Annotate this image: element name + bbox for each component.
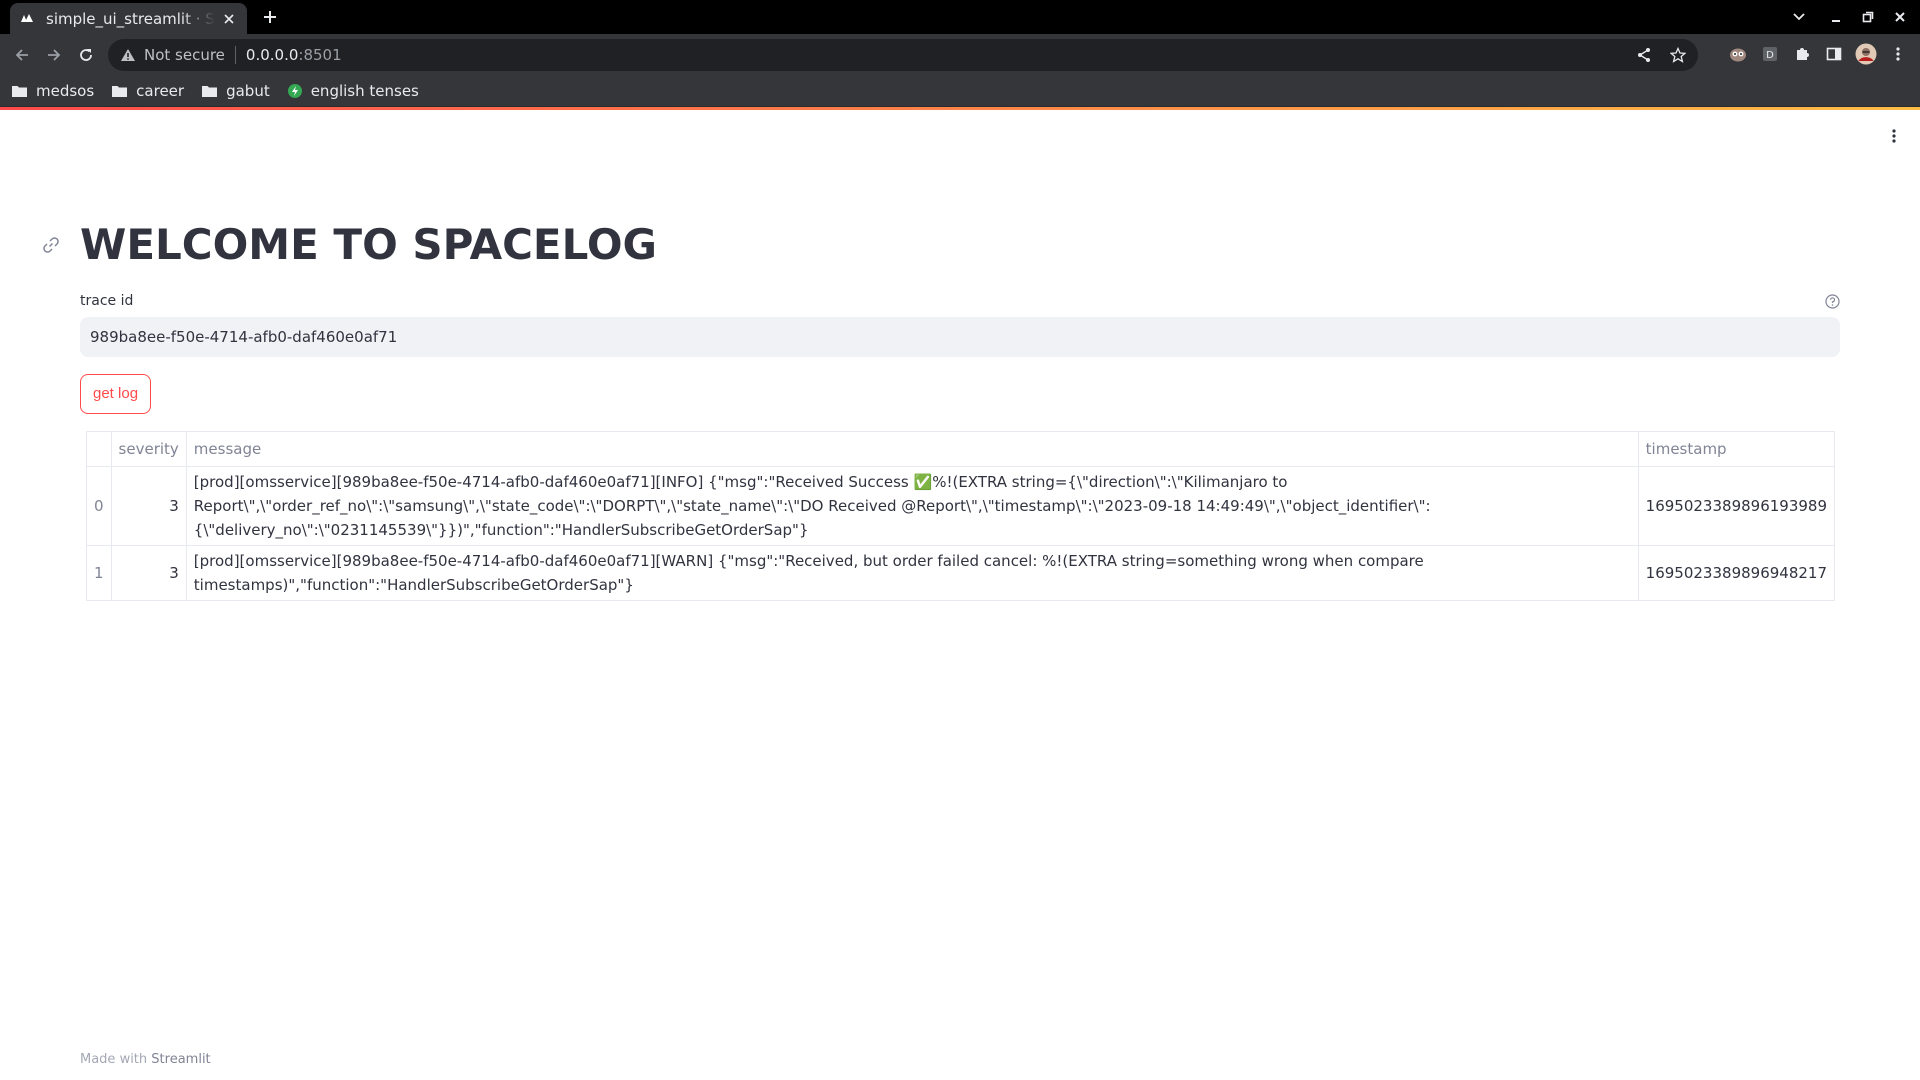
row-index: 0 bbox=[87, 466, 112, 546]
trace-id-label-row: trace id bbox=[80, 293, 1840, 309]
close-tab-icon[interactable] bbox=[221, 11, 237, 27]
cell-message[interactable]: [prod][omsservice][989ba8ee-f50e-4714-af… bbox=[186, 545, 1639, 600]
bookmark-star-icon[interactable] bbox=[1664, 41, 1692, 69]
extensions-puzzle-icon[interactable] bbox=[1786, 38, 1818, 70]
security-status-label[interactable]: Not secure bbox=[144, 46, 225, 64]
address-separator bbox=[234, 46, 236, 64]
trace-id-input[interactable] bbox=[80, 317, 1840, 357]
browser-menu-kebab-icon[interactable] bbox=[1882, 38, 1914, 70]
browser-toolbar: Not secure 0.0.0.0:8501 D bbox=[0, 34, 1920, 75]
site-favicon-icon bbox=[287, 83, 302, 98]
bookmark-gabut[interactable]: gabut bbox=[202, 82, 270, 100]
cell-severity[interactable]: 3 bbox=[111, 545, 187, 600]
help-question-icon[interactable] bbox=[1824, 293, 1840, 309]
bookmark-english-tenses[interactable]: english tenses bbox=[287, 81, 419, 100]
bookmarks-bar: medsos career gabut english tenses bbox=[0, 75, 1920, 107]
forward-arrow-icon[interactable] bbox=[38, 39, 70, 71]
bookmark-career[interactable]: career bbox=[112, 82, 184, 100]
link-anchor-icon[interactable] bbox=[40, 234, 62, 256]
back-arrow-icon[interactable] bbox=[6, 39, 38, 71]
app-footer: Made with Streamlit bbox=[80, 1052, 211, 1067]
streamlit-link[interactable]: Streamlit bbox=[151, 1052, 210, 1067]
folder-icon bbox=[12, 85, 27, 97]
browser-tab[interactable]: simple_ui_streamlit · Streamlit bbox=[10, 3, 247, 34]
close-window-icon[interactable] bbox=[1884, 0, 1916, 34]
table-header-row: severity message timestamp bbox=[87, 432, 1834, 467]
trace-id-label: trace id bbox=[80, 293, 134, 309]
url-port: :8501 bbox=[298, 46, 342, 64]
main-content: WELCOME TO SPACELOG trace id get log sev… bbox=[43, 220, 1840, 601]
folder-icon bbox=[202, 85, 218, 97]
minimize-window-icon[interactable] bbox=[1820, 0, 1852, 34]
app-main-menu-icon[interactable] bbox=[1882, 124, 1906, 148]
bookmark-medsos[interactable]: medsos bbox=[12, 82, 94, 100]
bookmark-label: medsos bbox=[36, 81, 95, 100]
bookmark-label: english tenses bbox=[310, 81, 419, 100]
folder-icon bbox=[112, 85, 128, 97]
bookmark-label: career bbox=[136, 81, 185, 100]
share-icon[interactable] bbox=[1630, 41, 1658, 69]
table-row: 1 3 [prod][omsservice][989ba8ee-f50e-471… bbox=[87, 545, 1834, 600]
cell-severity[interactable]: 3 bbox=[111, 466, 187, 546]
restore-window-icon[interactable] bbox=[1852, 0, 1884, 34]
get-log-button[interactable]: get log bbox=[80, 374, 152, 414]
warning-triangle-icon[interactable] bbox=[120, 48, 136, 62]
reload-icon[interactable] bbox=[70, 39, 102, 71]
row-index: 1 bbox=[87, 545, 112, 600]
cell-timestamp[interactable]: 1695023389896193989 bbox=[1638, 466, 1834, 546]
browser-tab-strip: simple_ui_streamlit · Streamlit bbox=[0, 0, 1920, 34]
new-tab-plus-icon[interactable] bbox=[259, 6, 281, 28]
url-host: 0.0.0.0 bbox=[245, 46, 299, 64]
column-header-index[interactable] bbox=[87, 432, 112, 467]
page-title: WELCOME TO SPACELOG bbox=[80, 220, 658, 269]
cell-message[interactable]: [prod][omsservice][989ba8ee-f50e-4714-af… bbox=[186, 466, 1639, 546]
app-page: WELCOME TO SPACELOG trace id get log sev… bbox=[0, 110, 1920, 1080]
column-header-severity[interactable]: severity bbox=[111, 432, 187, 467]
footer-prefix: Made with bbox=[80, 1052, 148, 1067]
profile-avatar-icon[interactable] bbox=[1850, 38, 1882, 70]
tab-search-chevron-icon[interactable] bbox=[1783, 0, 1815, 34]
extension-mascot-icon[interactable] bbox=[1722, 38, 1754, 70]
streamlit-favicon-icon bbox=[20, 12, 34, 26]
extension-d-icon[interactable]: D bbox=[1754, 38, 1786, 70]
column-header-message[interactable]: message bbox=[186, 432, 1639, 467]
svg-text:D: D bbox=[1766, 50, 1774, 61]
cell-timestamp[interactable]: 1695023389896948217 bbox=[1638, 545, 1834, 600]
bookmark-label: gabut bbox=[226, 81, 270, 100]
tab-title: simple_ui_streamlit · Streamlit bbox=[46, 9, 215, 28]
address-bar[interactable]: Not secure 0.0.0.0:8501 bbox=[108, 39, 1698, 71]
log-dataframe[interactable]: severity message timestamp 0 3 [prod][om… bbox=[86, 431, 1835, 601]
column-header-timestamp[interactable]: timestamp bbox=[1638, 432, 1834, 467]
side-panel-icon[interactable] bbox=[1818, 38, 1850, 70]
log-table: severity message timestamp 0 3 [prod][om… bbox=[87, 432, 1834, 600]
table-row: 0 3 [prod][omsservice][989ba8ee-f50e-471… bbox=[87, 466, 1834, 546]
